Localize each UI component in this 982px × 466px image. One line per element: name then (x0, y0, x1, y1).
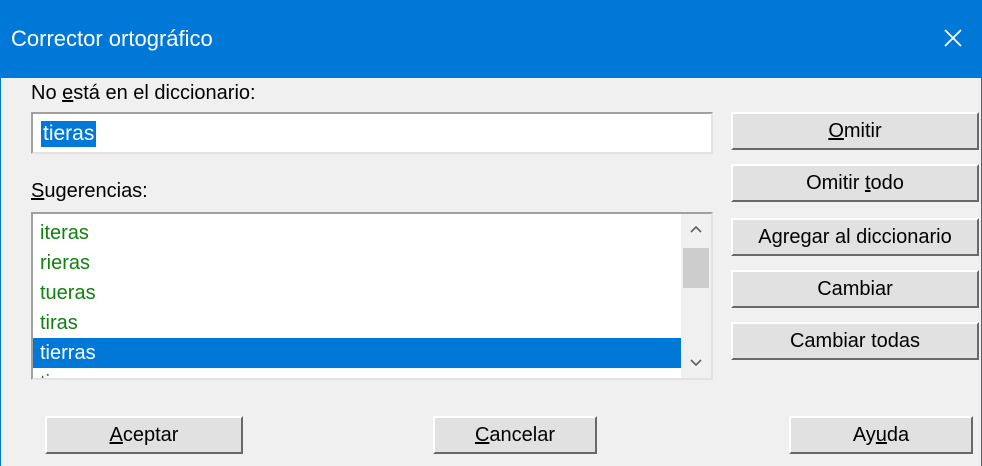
suggestions-list[interactable]: iterasrierastuerastirastierrastiernas (31, 212, 713, 380)
chevron-down-icon (690, 359, 702, 367)
suggestions-items: iterasrierastuerastirastierrastiernas (33, 218, 681, 378)
chevron-up-icon (690, 225, 702, 233)
not-in-dictionary-field[interactable]: tieras (31, 112, 713, 154)
suggestions-label: Sugerencias: (31, 180, 148, 202)
omitir-todo-button[interactable]: Omitir todo (731, 164, 979, 202)
scroll-thumb[interactable] (683, 248, 709, 288)
suggestion-item[interactable]: iteras (33, 218, 681, 248)
cambiar-button[interactable]: Cambiar (731, 270, 979, 308)
omitir-button[interactable]: Omitir (731, 112, 979, 150)
title-bar[interactable]: Corrector ortográfico (1, 0, 981, 78)
suggestion-item[interactable]: tueras (33, 278, 681, 308)
suggestion-item[interactable]: tiernas (33, 368, 681, 378)
cambiar-todas-button[interactable]: Cambiar todas (731, 322, 979, 360)
not-in-dictionary-label: No está en el diccionario: (31, 82, 256, 104)
suggestion-item[interactable]: tiras (33, 308, 681, 338)
misspelled-word: tieras (41, 121, 97, 147)
window-title: Corrector ortográfico (11, 26, 213, 51)
close-icon (944, 29, 962, 47)
scroll-up-button[interactable] (681, 214, 711, 244)
cancelar-button[interactable]: Cancelar (433, 416, 597, 454)
close-button[interactable] (933, 18, 973, 58)
ayuda-button[interactable]: Ayuda (789, 416, 973, 454)
spell-check-dialog: Corrector ortográfico No está en el dicc… (0, 0, 982, 466)
suggestions-scrollbar[interactable] (681, 214, 711, 378)
suggestion-item[interactable]: rieras (33, 248, 681, 278)
suggestion-item[interactable]: tierras (33, 338, 681, 368)
add-to-dictionary-button[interactable]: Agregar al diccionario (731, 218, 979, 256)
aceptar-button[interactable]: Aceptar (45, 416, 243, 454)
scroll-down-button[interactable] (681, 348, 711, 378)
